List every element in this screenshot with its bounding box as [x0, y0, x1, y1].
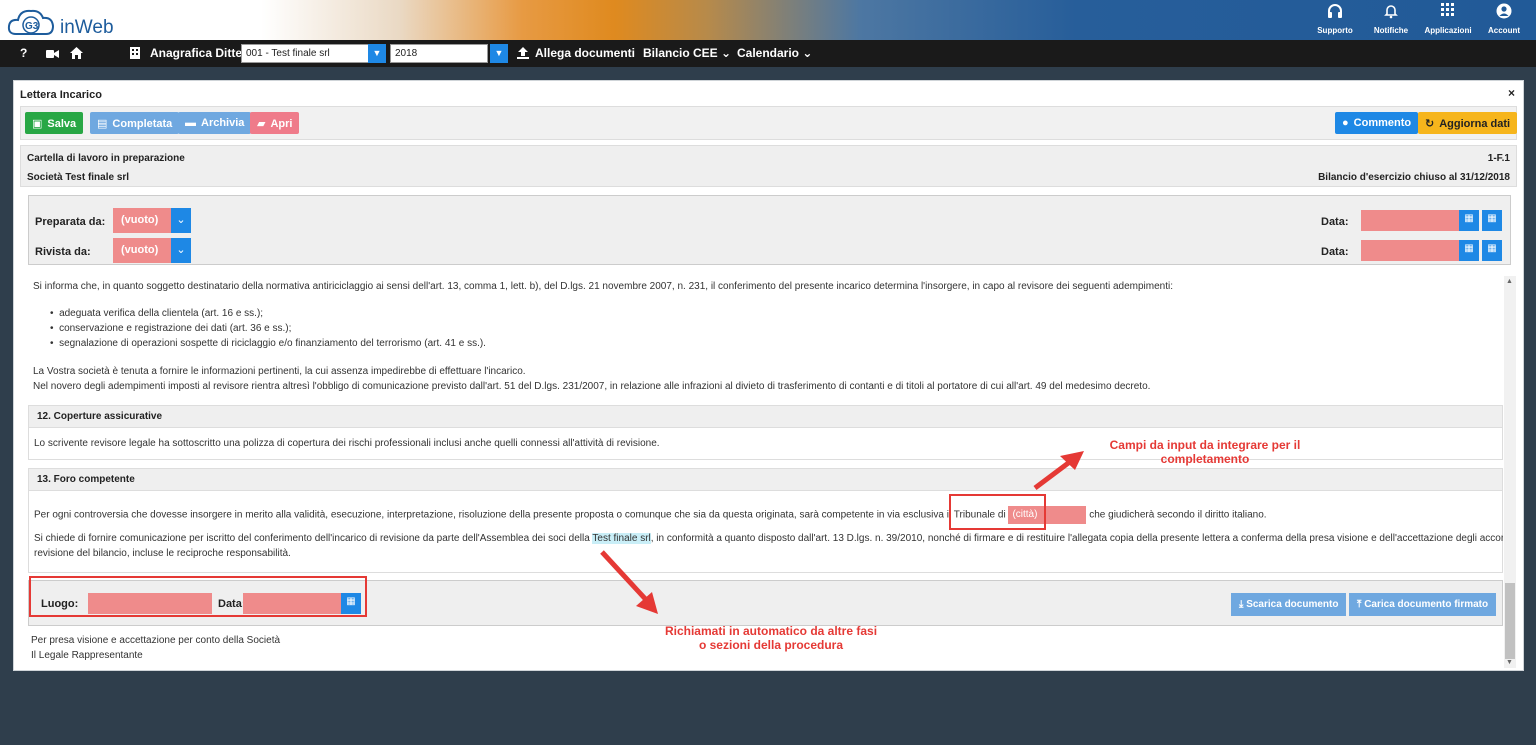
annotation-autofilled: Richiamati in automatico da altre fasi o …: [641, 624, 901, 652]
annotation-line: o sezioni della procedura: [698, 638, 844, 652]
annotation-line: Richiamati in automatico da altre fasi: [664, 624, 878, 638]
annotation-input-fields: Campi da input da integrare per il comple…: [1085, 438, 1325, 466]
annotation-line: completamento: [1160, 452, 1250, 466]
annotation-line: Campi da input da integrare per il: [1109, 438, 1301, 452]
